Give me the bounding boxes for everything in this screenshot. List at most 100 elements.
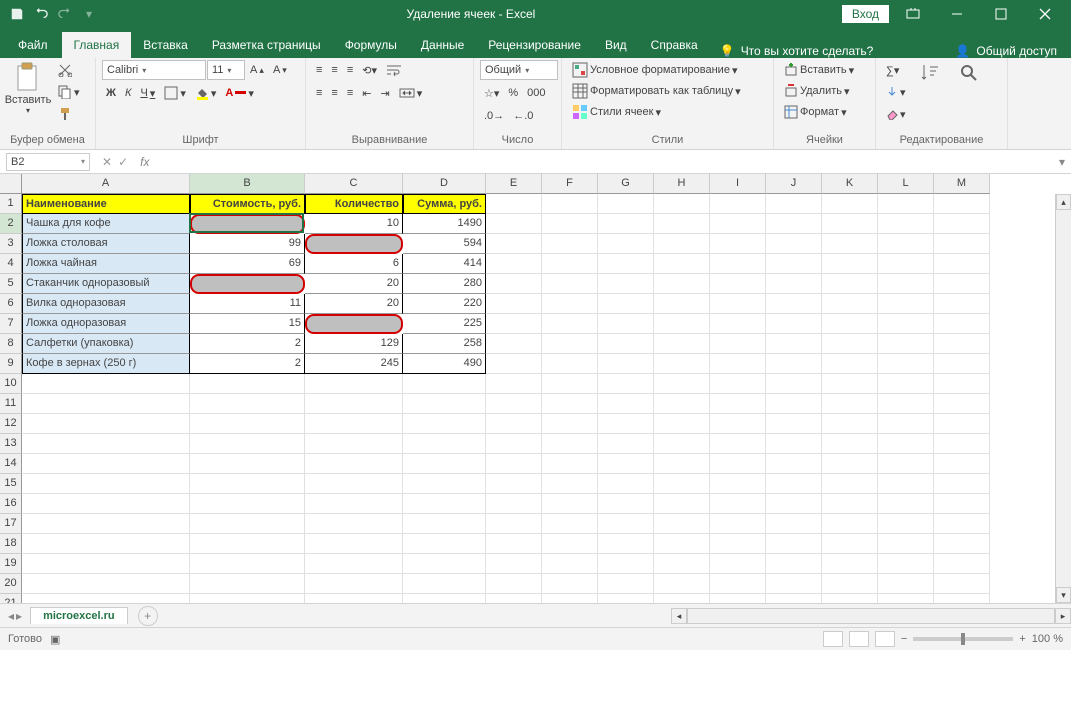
cell[interactable] xyxy=(822,194,878,214)
cell[interactable] xyxy=(305,234,403,254)
tab-insert[interactable]: Вставка xyxy=(131,32,200,58)
vertical-scrollbar[interactable]: ▴ ▾ xyxy=(1055,194,1071,603)
cell[interactable] xyxy=(766,334,822,354)
cell[interactable] xyxy=(305,594,403,604)
cell[interactable] xyxy=(710,474,766,494)
cell[interactable] xyxy=(403,554,486,574)
expand-formula-icon[interactable]: ▾ xyxy=(1053,155,1071,169)
cell[interactable] xyxy=(486,454,542,474)
cell[interactable] xyxy=(710,554,766,574)
cell[interactable] xyxy=(654,274,710,294)
cell[interactable] xyxy=(878,234,934,254)
cell[interactable] xyxy=(305,534,403,554)
cell[interactable] xyxy=(654,414,710,434)
cell[interactable] xyxy=(305,394,403,414)
tab-page-layout[interactable]: Разметка страницы xyxy=(200,32,333,58)
row-header[interactable]: 15 xyxy=(0,474,22,494)
cell[interactable] xyxy=(822,514,878,534)
cell[interactable]: 20 xyxy=(305,274,403,294)
cell[interactable] xyxy=(486,474,542,494)
cell[interactable] xyxy=(542,414,598,434)
cell[interactable] xyxy=(22,454,190,474)
cell[interactable] xyxy=(710,414,766,434)
row-header[interactable]: 13 xyxy=(0,434,22,454)
cell[interactable] xyxy=(598,334,654,354)
column-header[interactable]: G xyxy=(598,174,654,194)
cell[interactable] xyxy=(190,594,305,604)
column-header[interactable]: A xyxy=(22,174,190,194)
page-break-view-button[interactable] xyxy=(875,631,895,647)
align-right-button[interactable]: ≡ xyxy=(343,83,357,103)
cell[interactable] xyxy=(598,514,654,534)
cell[interactable] xyxy=(598,534,654,554)
cell[interactable] xyxy=(486,354,542,374)
cell[interactable] xyxy=(878,514,934,534)
cell[interactable] xyxy=(190,574,305,594)
cell[interactable] xyxy=(934,314,990,334)
cell[interactable] xyxy=(710,594,766,604)
cell[interactable] xyxy=(710,314,766,334)
cell[interactable] xyxy=(486,574,542,594)
cell[interactable] xyxy=(654,534,710,554)
cell[interactable] xyxy=(22,554,190,574)
cell[interactable] xyxy=(22,494,190,514)
cell[interactable]: Вилка одноразовая xyxy=(22,294,190,314)
cell[interactable] xyxy=(878,534,934,554)
cell[interactable] xyxy=(190,454,305,474)
scroll-up-icon[interactable]: ▴ xyxy=(1056,194,1071,210)
cell[interactable]: 2 xyxy=(190,354,305,374)
row-header[interactable]: 17 xyxy=(0,514,22,534)
column-header[interactable]: E xyxy=(486,174,542,194)
cell[interactable]: 1490 xyxy=(403,214,486,234)
tab-help[interactable]: Справка xyxy=(639,32,710,58)
cell[interactable] xyxy=(878,474,934,494)
cell[interactable] xyxy=(542,254,598,274)
align-left-button[interactable]: ≡ xyxy=(312,83,326,103)
cell[interactable] xyxy=(934,454,990,474)
cell[interactable] xyxy=(542,194,598,214)
cell[interactable] xyxy=(486,334,542,354)
autosum-button[interactable]: ∑▾ xyxy=(882,60,910,80)
row-header[interactable]: 12 xyxy=(0,414,22,434)
cell[interactable] xyxy=(22,574,190,594)
cell[interactable] xyxy=(934,494,990,514)
cell[interactable] xyxy=(766,194,822,214)
column-header[interactable]: H xyxy=(654,174,710,194)
cell[interactable] xyxy=(305,414,403,434)
cell[interactable] xyxy=(542,574,598,594)
cell[interactable] xyxy=(822,214,878,234)
row-header[interactable]: 6 xyxy=(0,294,22,314)
cell[interactable] xyxy=(22,534,190,554)
cell[interactable] xyxy=(822,494,878,514)
cell[interactable]: Ложка чайная xyxy=(22,254,190,274)
font-size-combo[interactable]: 11▾ xyxy=(207,60,245,80)
cell[interactable] xyxy=(822,314,878,334)
row-header[interactable]: 21 xyxy=(0,594,22,604)
horizontal-scrollbar[interactable]: ◂ ▸ xyxy=(671,608,1071,624)
cell[interactable] xyxy=(766,354,822,374)
percent-button[interactable]: % xyxy=(504,83,522,103)
cell[interactable] xyxy=(822,574,878,594)
cell[interactable] xyxy=(598,234,654,254)
cell[interactable] xyxy=(22,514,190,534)
cell[interactable] xyxy=(190,554,305,574)
cell[interactable] xyxy=(878,394,934,414)
cell[interactable] xyxy=(934,374,990,394)
cell[interactable] xyxy=(710,494,766,514)
cell[interactable] xyxy=(766,314,822,334)
cell[interactable] xyxy=(934,594,990,604)
cell[interactable] xyxy=(542,454,598,474)
cell[interactable]: 245 xyxy=(305,354,403,374)
ribbon-options-icon[interactable] xyxy=(893,0,933,28)
cell[interactable] xyxy=(878,314,934,334)
cell[interactable]: Кофе в зернах (250 г) xyxy=(22,354,190,374)
shrink-font-button[interactable]: A▾ xyxy=(269,60,291,80)
cell[interactable] xyxy=(486,414,542,434)
zoom-in-button[interactable]: + xyxy=(1019,633,1025,645)
redo-icon[interactable] xyxy=(54,3,76,25)
cell[interactable]: 2 xyxy=(190,334,305,354)
cell[interactable] xyxy=(542,534,598,554)
undo-icon[interactable] xyxy=(30,3,52,25)
cell[interactable] xyxy=(710,574,766,594)
cell[interactable] xyxy=(766,434,822,454)
